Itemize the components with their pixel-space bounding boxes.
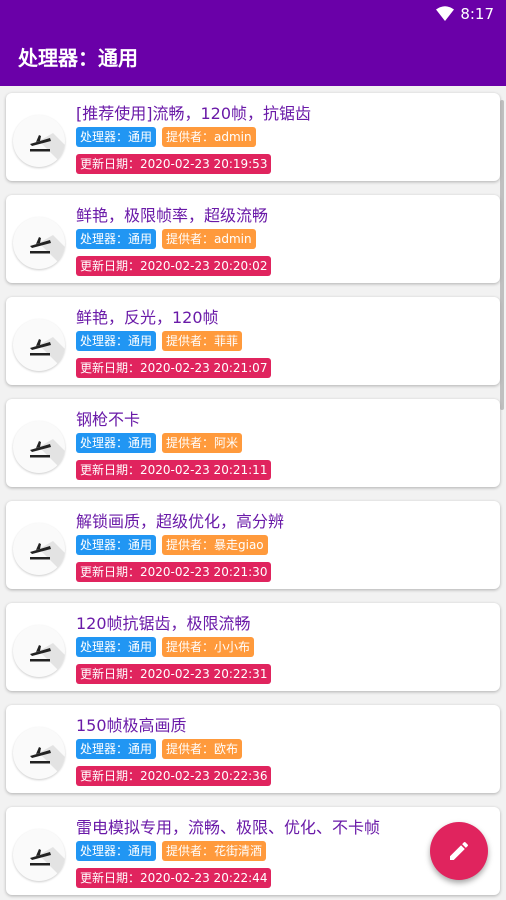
airplane-takeoff-icon: [13, 625, 65, 677]
date-badge: 更新日期：2020-02-23 20:21:30: [76, 562, 272, 582]
airplane-takeoff-icon: [13, 421, 65, 473]
date-badge: 更新日期：2020-02-23 20:21:11: [76, 460, 272, 480]
edit-fab-button[interactable]: [430, 822, 488, 880]
item-title: 解锁画质，超级优化，高分辨: [76, 512, 285, 531]
provider-badge: 提供者：admin: [162, 127, 256, 147]
cpu-badge: 处理器：通用: [76, 637, 157, 657]
airplane-takeoff-icon: [13, 319, 65, 371]
cpu-badge: 处理器：通用: [76, 535, 157, 555]
scrollbar[interactable]: [500, 100, 504, 410]
item-title: 鲜艳，反光，120帧: [76, 308, 219, 327]
cpu-badge: 处理器：通用: [76, 433, 157, 453]
app-bar: 处理器：通用: [0, 28, 506, 86]
provider-badge: 提供者：欧布: [162, 739, 243, 759]
date-badge: 更新日期：2020-02-23 20:21:07: [76, 358, 272, 378]
list-item[interactable]: 鲜艳，反光，120帧 处理器：通用 提供者：菲菲 更新日期：2020-02-23…: [6, 297, 500, 385]
item-title: 雷电模拟专用，流畅、极限、优化、不卡帧: [76, 818, 381, 837]
provider-badge: 提供者：花街清酒: [162, 841, 267, 861]
item-title: 钢枪不卡: [76, 410, 141, 429]
date-badge: 更新日期：2020-02-23 20:19:53: [76, 154, 272, 174]
status-bar: 8:17: [0, 0, 506, 28]
provider-badge: 提供者：暴走giao: [162, 535, 268, 555]
provider-badge: 提供者：admin: [162, 229, 256, 249]
list-item[interactable]: 鲜艳，极限帧率，超级流畅 处理器：通用 提供者：admin 更新日期：2020-…: [6, 195, 500, 283]
provider-badge: 提供者：阿米: [162, 433, 243, 453]
date-badge: 更新日期：2020-02-23 20:22:36: [76, 766, 272, 786]
cpu-badge: 处理器：通用: [76, 841, 157, 861]
provider-badge: 提供者：小小布: [162, 637, 255, 657]
cpu-badge: 处理器：通用: [76, 229, 157, 249]
wifi-icon: [436, 6, 454, 25]
list-item[interactable]: 150帧极高画质 处理器：通用 提供者：欧布 更新日期：2020-02-23 2…: [6, 705, 500, 793]
list-item[interactable]: [推荐使用]流畅，120帧，抗锯齿 处理器：通用 提供者：admin 更新日期：…: [6, 93, 500, 181]
airplane-takeoff-icon: [13, 115, 65, 167]
airplane-takeoff-icon: [13, 523, 65, 575]
date-badge: 更新日期：2020-02-23 20:20:02: [76, 256, 272, 276]
airplane-takeoff-icon: [13, 829, 65, 881]
list-item[interactable]: 雷电模拟专用，流畅、极限、优化、不卡帧 处理器：通用 提供者：花街清酒 更新日期…: [6, 807, 500, 895]
provider-badge: 提供者：菲菲: [162, 331, 243, 351]
list-item[interactable]: 解锁画质，超级优化，高分辨 处理器：通用 提供者：暴走giao 更新日期：202…: [6, 501, 500, 589]
list-item[interactable]: 120帧抗锯齿，极限流畅 处理器：通用 提供者：小小布 更新日期：2020-02…: [6, 603, 500, 691]
cpu-badge: 处理器：通用: [76, 331, 157, 351]
airplane-takeoff-icon: [13, 217, 65, 269]
page-title: 处理器：通用: [18, 46, 138, 70]
item-title: 鲜艳，极限帧率，超级流畅: [76, 206, 269, 225]
item-title: 120帧抗锯齿，极限流畅: [76, 614, 251, 633]
date-badge: 更新日期：2020-02-23 20:22:44: [76, 868, 272, 888]
list-item[interactable]: 钢枪不卡 处理器：通用 提供者：阿米 更新日期：2020-02-23 20:21…: [6, 399, 500, 487]
item-title: [推荐使用]流畅，120帧，抗锯齿: [76, 104, 312, 123]
cpu-badge: 处理器：通用: [76, 739, 157, 759]
item-title: 150帧极高画质: [76, 716, 187, 735]
date-badge: 更新日期：2020-02-23 20:22:31: [76, 664, 272, 684]
status-time: 8:17: [460, 5, 494, 23]
config-list: [推荐使用]流畅，120帧，抗锯齿 处理器：通用 提供者：admin 更新日期：…: [0, 86, 506, 900]
airplane-takeoff-icon: [13, 727, 65, 779]
cpu-badge: 处理器：通用: [76, 127, 157, 147]
